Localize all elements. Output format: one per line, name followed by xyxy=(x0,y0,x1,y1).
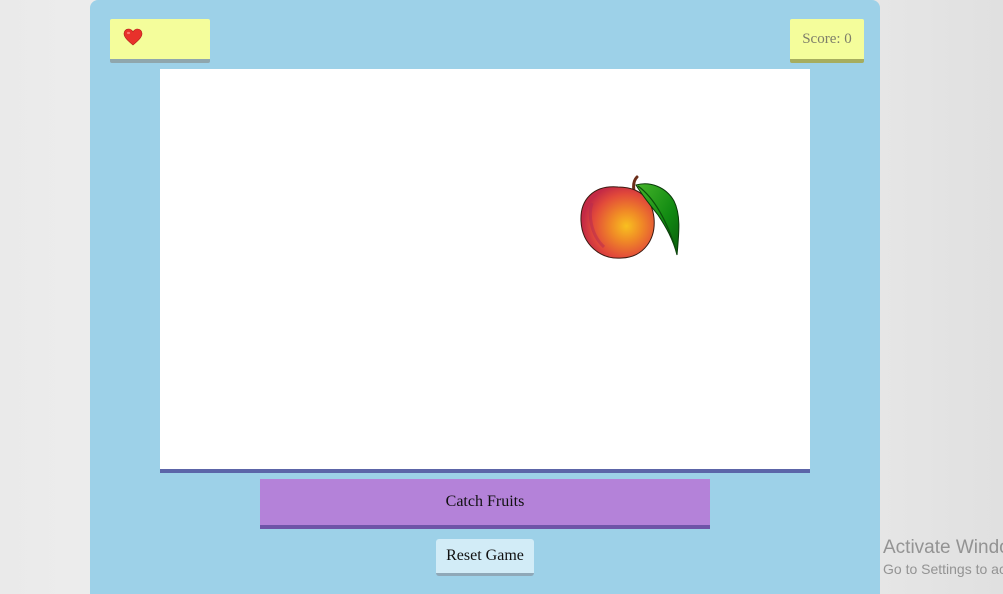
catch-fruits-button[interactable]: Catch Fruits xyxy=(260,479,710,529)
score-display: Score: 0 xyxy=(790,19,864,63)
score-value: 0 xyxy=(844,30,852,47)
game-panel: Score: 0 Catch Fruits Reset Game xyxy=(90,0,880,594)
reset-game-button[interactable]: Reset Game xyxy=(436,539,534,576)
watermark-subtitle: Go to Settings to activate Windows. xyxy=(883,561,1003,577)
activate-windows-watermark: Activate Windows Go to Settings to activ… xyxy=(883,537,1003,579)
score-label: Score: xyxy=(802,30,841,47)
lives-display xyxy=(110,19,210,63)
peach-fruit xyxy=(580,175,680,259)
play-area[interactable] xyxy=(160,69,810,473)
watermark-title: Activate Windows xyxy=(883,537,1003,558)
heart-icon xyxy=(123,28,143,46)
